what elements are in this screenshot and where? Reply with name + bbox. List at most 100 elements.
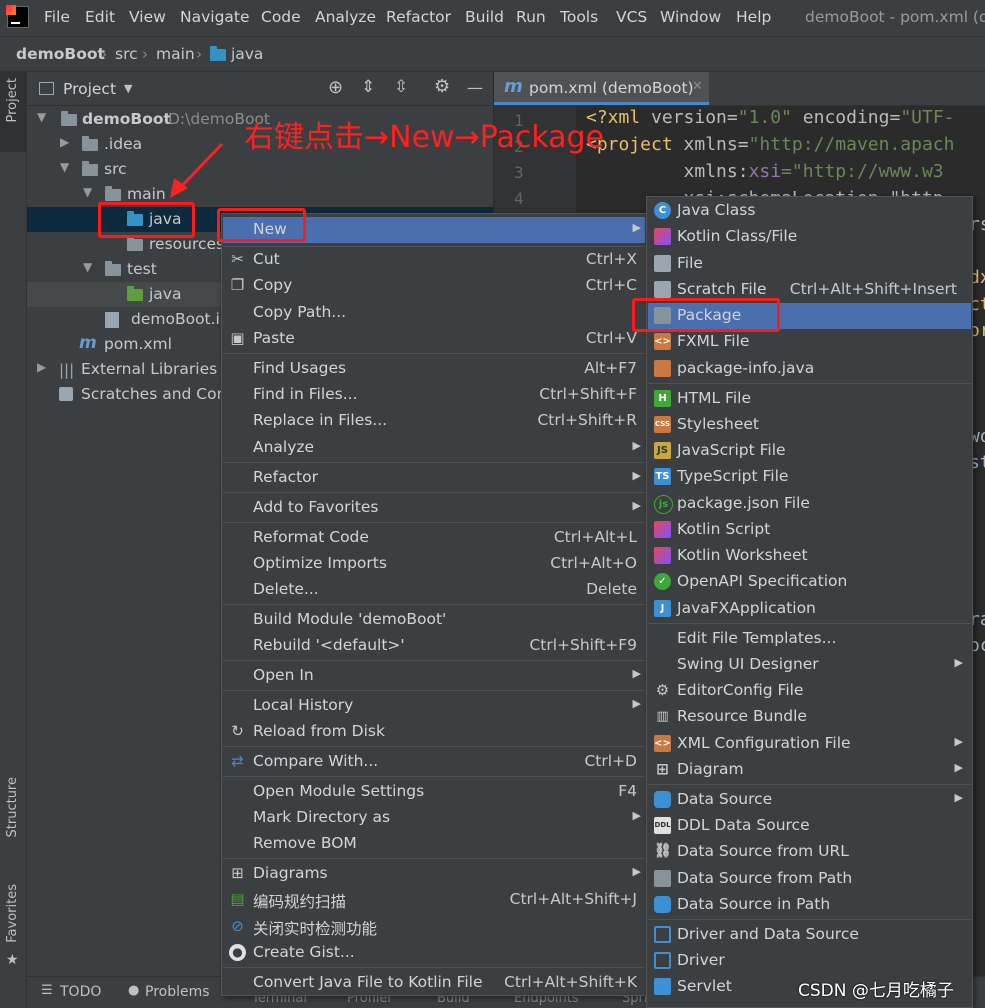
breadcrumb-src[interactable]: src <box>115 45 138 63</box>
tree-item-label: External Libraries <box>81 360 218 378</box>
editor-tab-pom[interactable]: m pom.xml (demoBoot) ✕ <box>494 72 709 105</box>
menu-help[interactable]: Help <box>736 8 771 26</box>
menu-file[interactable]: File <box>44 8 70 26</box>
menu-item-refactor[interactable]: Refactor ▶ <box>223 465 645 491</box>
menu-item-build-module[interactable]: Build Module 'demoBoot' <box>223 607 645 633</box>
expand-all-icon[interactable]: ⇕ <box>361 77 375 97</box>
menu-view[interactable]: View <box>129 8 166 26</box>
menu-item-mark-directory-as[interactable]: Mark Directory as ▶ <box>223 805 645 831</box>
menu-code[interactable]: Code <box>261 8 301 26</box>
submenu-item-kotlin-class[interactable]: Kotlin Class/File <box>648 224 971 250</box>
menu-window[interactable]: Window <box>660 8 721 26</box>
submenu-item-package-info[interactable]: package-info.java <box>648 356 971 382</box>
menu-navigate[interactable]: Navigate <box>180 8 250 26</box>
breadcrumb-main[interactable]: main <box>156 45 195 63</box>
menu-item-find-usages[interactable]: Find Usages Alt+F7 <box>223 356 645 382</box>
locate-icon[interactable]: ⊕ <box>328 77 343 98</box>
menu-item-remove-bom[interactable]: Remove BOM <box>223 831 645 857</box>
menu-item-add-to-favorites[interactable]: Add to Favorites ▶ <box>223 495 645 521</box>
structure-tool-button[interactable]: Structure <box>0 777 26 867</box>
close-icon[interactable]: ✕ <box>692 79 703 94</box>
menu-item-paste[interactable]: ▣ Paste Ctrl+V <box>223 326 645 352</box>
test-folder-icon <box>127 286 143 301</box>
menu-item-find-in-files[interactable]: Find in Files... Ctrl+Shift+F <box>223 382 645 408</box>
menu-item-disable-realtime-check[interactable]: ⊘ 关闭实时检测功能 <box>223 914 645 940</box>
menu-item-cut[interactable]: ✂ Cut Ctrl+X <box>223 247 645 273</box>
minimize-icon[interactable]: — <box>467 78 483 97</box>
project-panel-title[interactable]: Project <box>63 80 116 98</box>
menu-edit[interactable]: Edit <box>85 8 115 26</box>
chevron-down-icon[interactable]: ▼ <box>37 110 46 124</box>
highlight-box-java <box>98 202 195 238</box>
menu-build[interactable]: Build <box>465 8 504 26</box>
collapse-all-icon[interactable]: ⇳ <box>394 77 408 97</box>
submenu-item-javafx-application[interactable]: J JavaFXApplication <box>648 596 971 622</box>
tree-item-main[interactable]: ▼ main <box>27 182 493 207</box>
menu-item-shortcut: Delete <box>586 580 637 598</box>
menu-item-open-in[interactable]: Open In ▶ <box>223 663 645 689</box>
submenu-item-data-source[interactable]: Data Source ▶ <box>648 787 971 813</box>
submenu-item-stylesheet[interactable]: CSS Stylesheet <box>648 412 971 438</box>
menu-item-delete[interactable]: Delete... Delete <box>223 577 645 603</box>
menu-analyze[interactable]: Analyze <box>315 8 376 26</box>
chevron-down-icon[interactable]: ▼ <box>124 82 132 95</box>
submenu-item-label: Swing UI Designer <box>677 655 819 673</box>
submenu-item-file[interactable]: File <box>648 251 971 277</box>
menu-item-convert-to-kotlin[interactable]: Convert Java File to Kotlin File Ctrl+Alt… <box>223 970 645 996</box>
menu-item-copy[interactable]: ❐ Copy Ctrl+C <box>223 273 645 299</box>
menu-item-local-history[interactable]: Local History ▶ <box>223 693 645 719</box>
menu-refactor[interactable]: Refactor <box>386 8 451 26</box>
submenu-item-package-json[interactable]: js package.json File <box>648 491 971 517</box>
gear-icon[interactable]: ⚙ <box>434 76 450 97</box>
submenu-item-fxml-file[interactable]: <> FXML File <box>648 329 971 355</box>
submenu-item-xml-configuration[interactable]: <> XML Configuration File ▶ <box>648 731 971 757</box>
chevron-down-icon[interactable]: ▼ <box>83 185 92 199</box>
submenu-item-resource-bundle[interactable]: ▥ Resource Bundle <box>648 704 971 730</box>
submenu-item-java-class[interactable]: C Java Class <box>648 198 971 224</box>
submenu-item-diagram[interactable]: ⊞ Diagram ▶ <box>648 757 971 783</box>
menu-item-analyze[interactable]: Analyze ▶ <box>223 435 645 461</box>
menu-item-reformat-code[interactable]: Reformat Code Ctrl+Alt+L <box>223 525 645 551</box>
chevron-down-icon[interactable]: ▼ <box>60 160 69 174</box>
menu-item-optimize-imports[interactable]: Optimize Imports Ctrl+Alt+O <box>223 551 645 577</box>
chevron-right-icon[interactable]: ▶ <box>37 360 46 374</box>
chevron-down-icon[interactable]: ▼ <box>83 260 92 274</box>
menu-item-code-scan[interactable]: ▤ 编码规约扫描 Ctrl+Alt+Shift+J <box>223 887 645 913</box>
submenu-item-data-source-in-path[interactable]: Data Source in Path <box>648 892 971 918</box>
breadcrumb-java-item[interactable]: java <box>210 45 263 63</box>
submenu-item-swing-ui-designer[interactable]: Swing UI Designer ▶ <box>648 652 971 678</box>
submenu-item-html-file[interactable]: H HTML File <box>648 386 971 412</box>
chevron-right-icon[interactable]: ▶ <box>60 135 69 149</box>
submenu-item-editorconfig[interactable]: ⚙ EditorConfig File <box>648 678 971 704</box>
breadcrumb-demoboot[interactable]: demoBoot <box>16 45 105 63</box>
submenu-item-openapi[interactable]: ✓ OpenAPI Specification <box>648 569 971 595</box>
menu-item-reload-from-disk[interactable]: ↻ Reload from Disk <box>223 719 645 745</box>
tree-item-src[interactable]: ▼ src <box>27 157 493 182</box>
submenu-item-driver[interactable]: Driver <box>648 948 971 974</box>
menu-item-replace-in-files[interactable]: Replace in Files... Ctrl+Shift+R <box>223 408 645 434</box>
submenu-item-javascript-file[interactable]: JS JavaScript File <box>648 438 971 464</box>
submenu-item-label: TypeScript File <box>677 467 789 485</box>
menu-item-diagrams[interactable]: ⊞ Diagrams ▶ <box>223 861 645 887</box>
menu-run[interactable]: Run <box>516 8 546 26</box>
submenu-item-data-source-url[interactable]: ⛓ Data Source from URL <box>648 839 971 865</box>
submenu-item-ddl-data-source[interactable]: DDL DDL Data Source <box>648 813 971 839</box>
menu-item-compare-with[interactable]: ⇄ Compare With... Ctrl+D <box>223 749 645 775</box>
project-tool-button[interactable]: Project <box>0 72 26 152</box>
todo-tool-button[interactable]: TODO <box>60 984 101 1000</box>
menu-item-copy-path[interactable]: Copy Path... <box>223 300 645 326</box>
menu-item-create-gist[interactable]: ● Create Gist... <box>223 940 645 966</box>
menu-vcs[interactable]: VCS <box>616 8 647 26</box>
submenu-item-edit-file-templates[interactable]: Edit File Templates... <box>648 626 971 652</box>
github-icon: ● <box>229 944 246 961</box>
submenu-item-driver-and-data-source[interactable]: Driver and Data Source <box>648 922 971 948</box>
menu-item-rebuild[interactable]: Rebuild '<default>' Ctrl+Shift+F9 <box>223 633 645 659</box>
menu-tools[interactable]: Tools <box>560 8 598 26</box>
menu-item-open-module-settings[interactable]: Open Module Settings F4 <box>223 779 645 805</box>
favorites-tool-button[interactable]: Favorites ★ <box>0 884 26 974</box>
submenu-item-typescript-file[interactable]: TS TypeScript File <box>648 464 971 490</box>
submenu-item-kotlin-worksheet[interactable]: Kotlin Worksheet <box>648 543 971 569</box>
submenu-item-kotlin-script[interactable]: Kotlin Script <box>648 517 971 543</box>
submenu-item-data-source-from-path[interactable]: Data Source from Path <box>648 866 971 892</box>
problems-tool-button[interactable]: Problems <box>145 984 210 1000</box>
